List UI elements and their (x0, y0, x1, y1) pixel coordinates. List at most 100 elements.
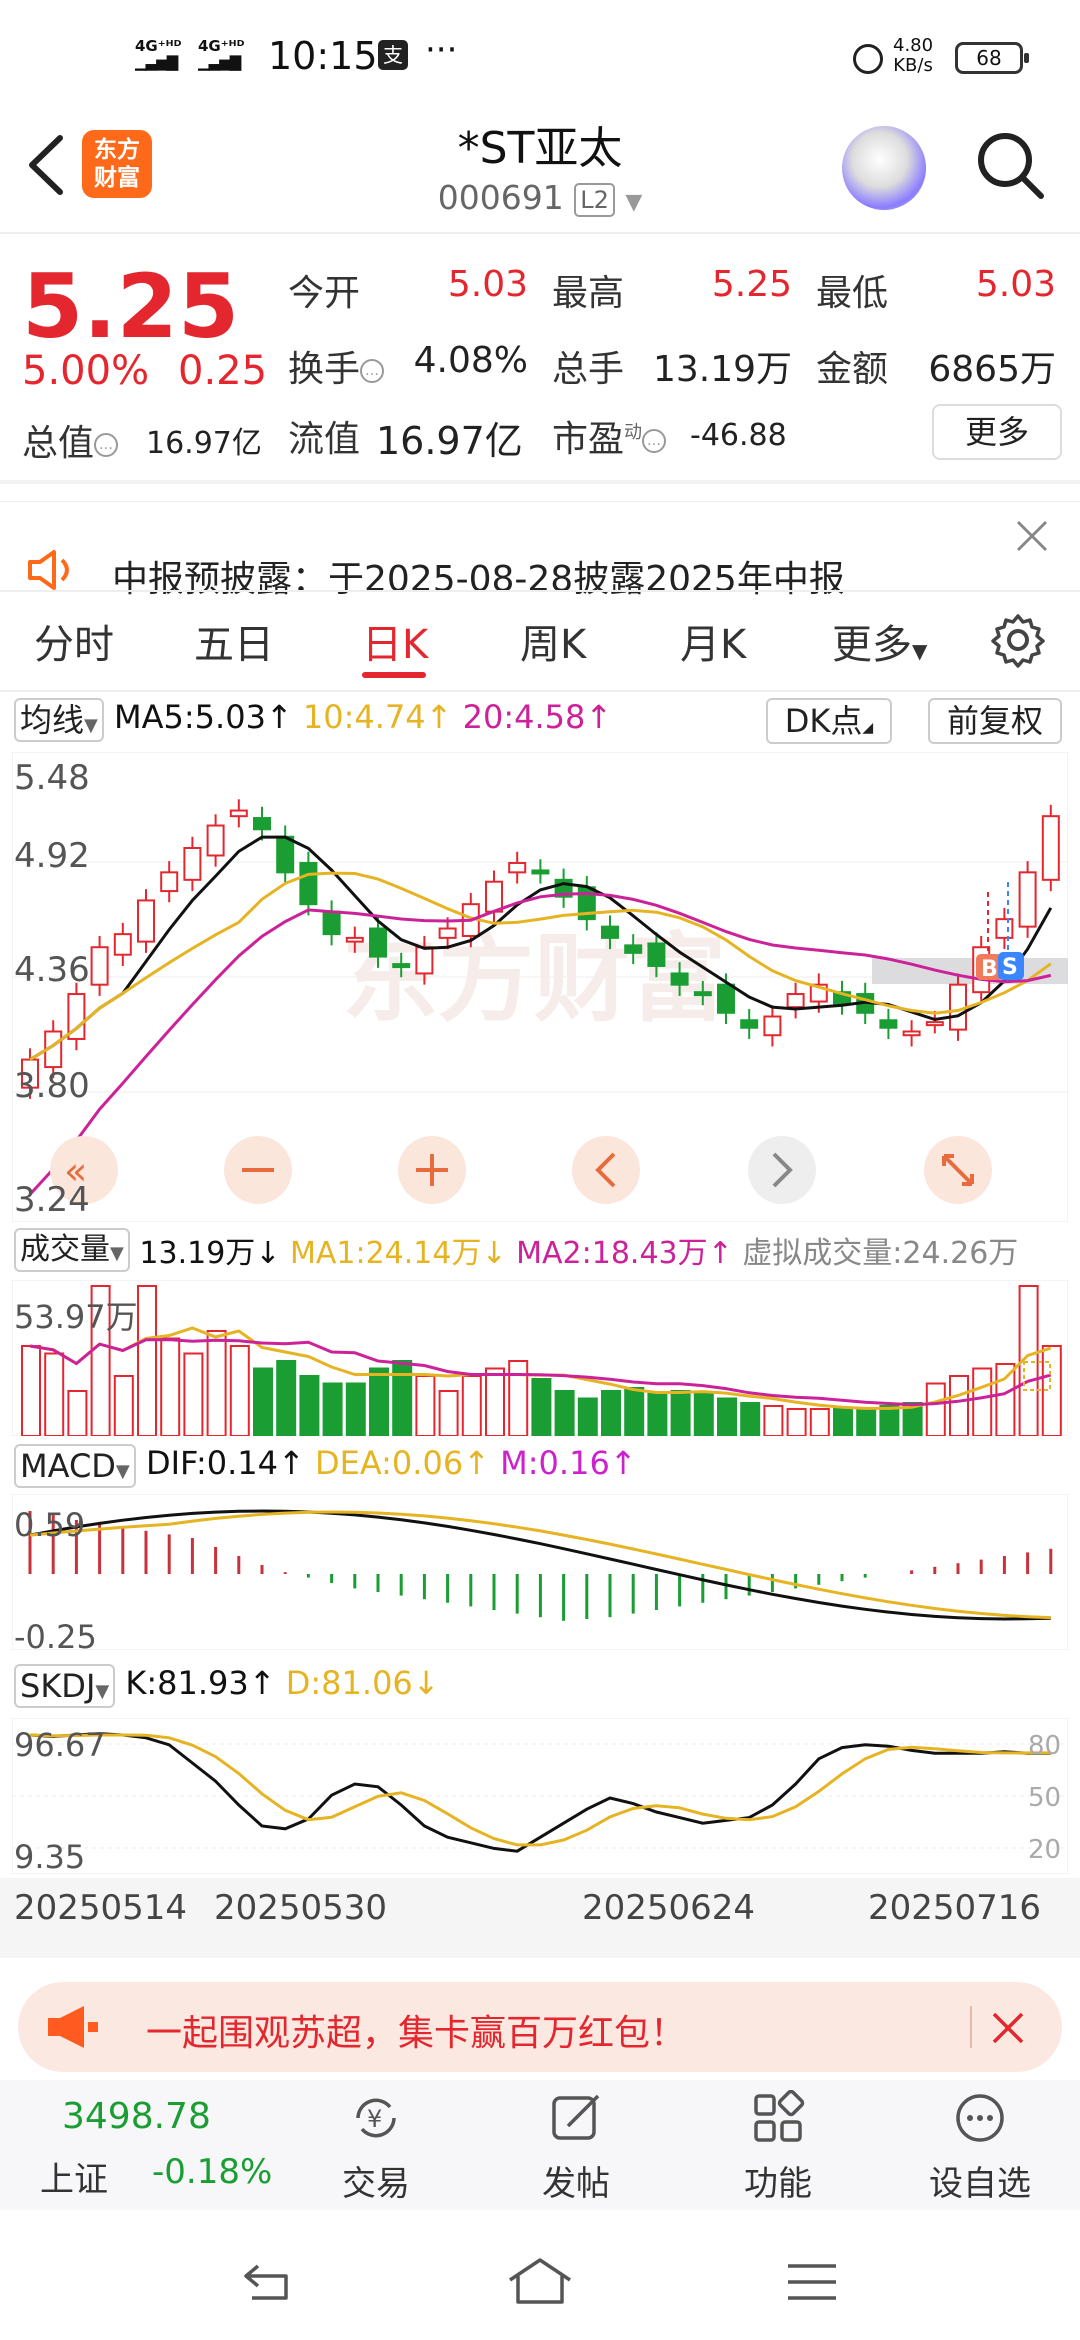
tab-more[interactable]: 更多▼ (832, 612, 927, 670)
skdj-chart[interactable]: 80 50 20 (12, 1718, 1068, 1874)
candle (531, 869, 550, 875)
volume-bar (833, 1408, 853, 1436)
candle (508, 861, 527, 874)
svg-text:¥: ¥ (367, 2105, 382, 2133)
volume-bar (206, 1330, 227, 1436)
candle (624, 944, 643, 954)
adjust-type-button[interactable]: 前复权 (928, 698, 1062, 744)
volume-bar (415, 1375, 436, 1436)
candle (438, 927, 457, 939)
kline-y-label: 3.24 (14, 1180, 90, 1220)
network-speed: 4.80 KB/s (893, 35, 934, 76)
tab-daily-k[interactable]: 日K (362, 612, 428, 670)
system-menu-icon[interactable] (786, 2260, 838, 2304)
skdj-y-bottom: 9.35 (14, 1838, 86, 1876)
candlestick-chart[interactable]: 东方财富 B S « (12, 752, 1068, 1222)
system-home-icon[interactable] (506, 2256, 574, 2306)
more-quote-button[interactable]: 更多 (932, 404, 1062, 460)
mktcap-label: 总值… (22, 414, 119, 466)
candle (276, 835, 295, 874)
open-value: 5.03 (447, 264, 528, 305)
candle (601, 925, 619, 939)
skdj-indicator-bar: SKDJ▼ K:81.93↑ D:81.06↓ (14, 1664, 440, 1710)
megaphone-icon (48, 2006, 98, 2048)
nav-add-watchlist[interactable]: 设自选 (920, 2090, 1040, 2205)
candle (299, 861, 318, 906)
caret-down-icon: ▼ (912, 639, 928, 663)
info-icon[interactable]: … (94, 433, 119, 457)
tab-monthly-k[interactable]: 月K (680, 612, 746, 670)
more-notifications-icon: ··· (425, 30, 458, 70)
candle (229, 809, 248, 818)
candle (693, 991, 712, 997)
search-icon[interactable] (975, 130, 1045, 200)
settings-gear-icon[interactable] (990, 612, 1046, 668)
ma-selector[interactable]: 均线▼ (14, 698, 104, 742)
volume-current: 13.19万↓ (139, 1236, 281, 1271)
high-value: 5.25 (711, 264, 792, 305)
candle (253, 817, 271, 831)
close-banner-icon[interactable] (990, 2010, 1026, 2046)
mktcap-value: 16.97亿 (146, 426, 262, 461)
network-indicator-2: 4G⁺ᴴᴰ ▁▃▅▇ (198, 37, 245, 71)
tab-weekly-k[interactable]: 周K (520, 612, 586, 670)
macd-chart[interactable] (12, 1494, 1068, 1650)
volume-bar (392, 1360, 413, 1436)
date-label: 20250514 (14, 1888, 188, 1928)
nav-trade[interactable]: ¥ 交易 (316, 2090, 436, 2205)
volume-bar (253, 1367, 273, 1436)
system-back-icon[interactable] (240, 2260, 296, 2304)
change-amount: 0.25 (178, 348, 268, 394)
tab-five-day[interactable]: 五日 (194, 612, 274, 670)
close-icon[interactable] (1014, 518, 1050, 554)
index-value[interactable]: 3498.78 (62, 2096, 211, 2137)
status-time: 10:15 (268, 34, 378, 78)
macd-y-top: 0.59 (14, 1506, 86, 1544)
svg-text:20: 20 (1028, 1835, 1061, 1865)
level2-badge: L2 (574, 182, 615, 217)
scroll-left-button[interactable] (572, 1136, 640, 1204)
candle (90, 946, 109, 986)
pe-label: 市盈动… (552, 410, 667, 462)
candle (1018, 871, 1037, 928)
candle (647, 942, 666, 967)
volume-bar (670, 1390, 691, 1436)
dk-point-button[interactable]: DK点◢ (766, 698, 892, 744)
low-label: 最低 (816, 273, 889, 314)
candle (995, 918, 1014, 939)
nav-post[interactable]: 发帖 (516, 2090, 636, 2205)
zoom-in-button[interactable] (398, 1136, 466, 1204)
date-label: 20250716 (868, 1888, 1042, 1928)
fullscreen-button[interactable] (924, 1136, 992, 1204)
alarm-icon (853, 44, 883, 74)
speaker-icon (28, 550, 69, 590)
notice-text[interactable]: 中报预披露：于2025-08-28披露2025年中报 (112, 550, 845, 602)
volume-value: 13.19万 (652, 349, 792, 390)
float-cap-value: 16.97亿 (376, 419, 523, 463)
info-icon[interactable]: … (642, 429, 667, 453)
macd-selector[interactable]: MACD▼ (14, 1444, 136, 1488)
macd-dea: DEA:0.06↑ (314, 1444, 490, 1482)
nav-functions[interactable]: 功能 (718, 2090, 838, 2205)
tab-intraday[interactable]: 分时 (34, 612, 114, 670)
volume-bar (369, 1367, 389, 1436)
pe-value: -46.88 (690, 418, 787, 453)
status-bar: 4G⁺ᴴᴰ ▁▃▅▇ 4G⁺ᴴᴰ ▁▃▅▇ 10:15 支 ··· 4.80 K… (0, 0, 1080, 110)
candle (485, 880, 503, 913)
volume-y-label: 53.97万 (14, 1298, 138, 1336)
info-icon[interactable]: … (360, 359, 385, 383)
volume-bar (972, 1367, 993, 1436)
volume-bar (276, 1360, 297, 1436)
volume-chart[interactable] (12, 1280, 1068, 1436)
promo-banner[interactable]: 一起围观苏超，集卡赢百万红包！ (18, 1982, 1062, 2072)
stock-code: 000691 (437, 178, 564, 217)
volume-selector[interactable]: 成交量▼ (14, 1228, 130, 1272)
scroll-right-button[interactable] (748, 1136, 816, 1204)
more-dots-icon (956, 2094, 1004, 2142)
date-label: 20250624 (582, 1888, 756, 1928)
skdj-selector[interactable]: SKDJ▼ (14, 1664, 116, 1708)
robot-assistant-avatar[interactable] (842, 126, 926, 210)
svg-text:50: 50 (1028, 1783, 1061, 1813)
ma10-value: 10:4.74↑ (302, 698, 453, 736)
zoom-out-button[interactable] (224, 1136, 292, 1204)
